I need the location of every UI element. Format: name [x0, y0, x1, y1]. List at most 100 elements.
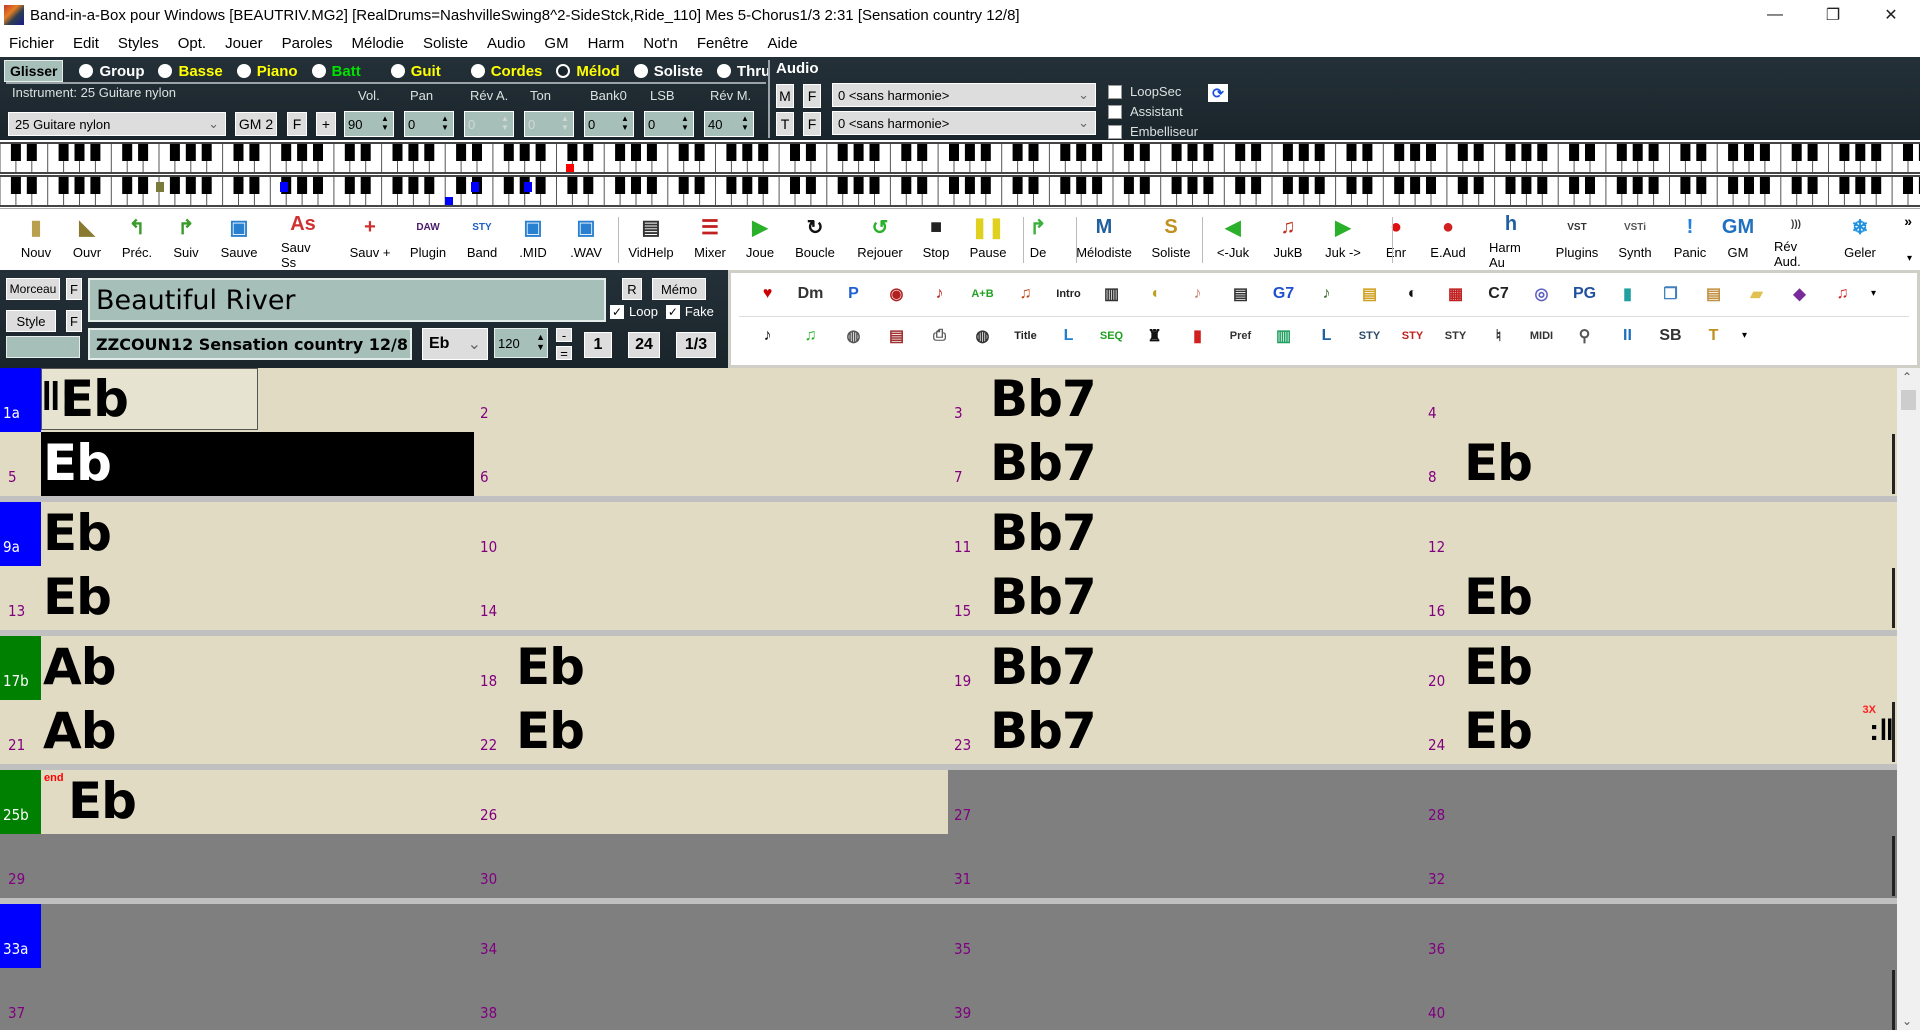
part-marker[interactable]: [0, 502, 41, 566]
menu-opt[interactable]: Opt.: [169, 35, 216, 52]
toolbar-stop-button[interactable]: ■ Stop: [914, 213, 958, 269]
menu-styles[interactable]: Styles: [109, 35, 169, 52]
toolbar-gm-button[interactable]: GM GM: [1716, 213, 1760, 269]
measure-32[interactable]: 32: [1422, 834, 1896, 898]
track-radio-cordes[interactable]: [470, 64, 485, 78]
assistant-checkbox[interactable]: [1108, 104, 1122, 119]
measure-36[interactable]: 36: [1422, 904, 1896, 968]
track-radio-mélod[interactable]: [556, 64, 571, 78]
menu-edit[interactable]: Edit: [64, 35, 109, 52]
measure-24[interactable]: 24 Eb 3X:‖: [1422, 700, 1896, 764]
menu-jouer[interactable]: Jouer: [216, 35, 273, 52]
ufo-icon[interactable]: ◆: [1785, 279, 1814, 308]
lyrics-doc-icon[interactable]: L: [1312, 321, 1341, 350]
memo-button[interactable]: Mémo: [652, 278, 706, 300]
measure-14[interactable]: 14: [474, 566, 948, 630]
chord-symbol[interactable]: Eb: [1464, 434, 1533, 492]
spin-arrows[interactable]: ▲ ▼: [739, 114, 751, 134]
check-embelliseur[interactable]: Embelliseur: [1108, 124, 1198, 139]
notes-colored-icon[interactable]: ♫: [1828, 279, 1857, 308]
measure-9a[interactable]: 9a Eb: [0, 502, 474, 566]
sax-audio-icon[interactable]: ♪: [925, 279, 954, 308]
mixer-spinner-ton[interactable]: 0 ▲ ▼: [524, 111, 574, 137]
pg-globe-icon[interactable]: PG: [1570, 279, 1599, 308]
measure-35[interactable]: 35: [948, 904, 1422, 968]
notation-icon[interactable]: ♪: [1312, 279, 1341, 308]
toolbar-midi-save-button[interactable]: ▣ .MID: [511, 213, 555, 269]
meters-icon[interactable]: ▥: [1269, 321, 1298, 350]
measure-37[interactable]: 37: [0, 968, 474, 1032]
toolbar-save-plus-button[interactable]: + Sauv +: [348, 213, 392, 269]
toolbar-daw-plugin-button[interactable]: DAW Plugin: [406, 213, 450, 269]
track-label-soliste[interactable]: Soliste: [654, 63, 703, 80]
sty-pill-icon[interactable]: STY: [1398, 321, 1427, 350]
track-label-cordes[interactable]: Cordes: [491, 63, 543, 80]
chord-symbol[interactable]: Ab: [43, 702, 116, 760]
audio-file-icon[interactable]: ▤: [882, 321, 911, 350]
toolbar-video-help-button[interactable]: ▤ VidHelp: [628, 213, 673, 269]
glisser-button[interactable]: Glisser: [4, 60, 64, 82]
chord-sheet-scrollbar[interactable]: ⌃ ⌄: [1897, 368, 1920, 1030]
title-arrow-icon[interactable]: Title: [1011, 321, 1040, 350]
sync-icon[interactable]: ⟳: [1208, 84, 1228, 102]
measure-38[interactable]: 38: [474, 968, 948, 1032]
track-radio-piano[interactable]: [236, 64, 251, 78]
p-window-icon[interactable]: P: [839, 279, 868, 308]
spin-arrows[interactable]: ▲ ▼: [499, 114, 511, 134]
sty-hat-icon[interactable]: STY: [1355, 321, 1384, 350]
paste-icon[interactable]: ▤: [1699, 279, 1728, 308]
toolbar-pause-button[interactable]: ❚❚ Pause: [966, 213, 1010, 269]
track-radio-thru[interactable]: [716, 64, 731, 78]
measure-25b[interactable]: 25b end Eb: [0, 770, 474, 834]
measure-34[interactable]: 34: [474, 904, 948, 968]
mixer-spinner-vol[interactable]: 90 ▲ ▼: [344, 111, 394, 137]
measure-17b[interactable]: 17b Ab: [0, 636, 474, 700]
mixer-spinner-rva[interactable]: 0 ▲ ▼: [464, 111, 514, 137]
spin-arrows[interactable]: ▲ ▼: [679, 114, 691, 134]
track-label-guit[interactable]: Guit: [411, 63, 441, 80]
loopsec-checkbox[interactable]: [1108, 84, 1122, 99]
chord-symbol[interactable]: Eb: [60, 370, 129, 428]
measure-16[interactable]: 16 Eb: [1422, 566, 1896, 630]
part-marker[interactable]: [0, 904, 41, 968]
toolbar-melodist-button[interactable]: M Mélodiste: [1076, 213, 1132, 269]
toolbar-new-file-button[interactable]: ▮ Nouv: [14, 213, 58, 269]
measure-40[interactable]: 40: [1422, 968, 1896, 1032]
measure-4[interactable]: 4: [1422, 368, 1896, 432]
toolbar-soloist-button[interactable]: S Soliste: [1149, 213, 1193, 269]
menu-mlodie[interactable]: Mélodie: [342, 35, 414, 52]
toolbar-previous-song-button[interactable]: ↰ Préc.: [115, 213, 159, 269]
toolbar-jukebox-next-button[interactable]: ▶ Juk ->: [1321, 213, 1365, 269]
piano-keys-icon[interactable]: ▥: [1097, 279, 1126, 308]
toolbar-jukebox-prev-button[interactable]: ◀ <-Juk: [1211, 213, 1255, 269]
toolbar-save-as-button[interactable]: As Sauv Ss: [281, 213, 325, 270]
close-button[interactable]: ✕: [1862, 0, 1920, 30]
measure-31[interactable]: 31: [948, 834, 1422, 898]
measure-18[interactable]: 18 Eb: [474, 636, 948, 700]
track-label-thru[interactable]: Thru: [737, 63, 770, 80]
track-radio-basse[interactable]: [158, 64, 173, 78]
style-button[interactable]: Style: [6, 310, 56, 332]
grid-icon[interactable]: ▦: [1441, 279, 1470, 308]
tuning-icon[interactable]: ♮: [1484, 321, 1513, 350]
ear-icon[interactable]: ♪: [1183, 279, 1212, 308]
measure-11[interactable]: 11 Bb7: [948, 502, 1422, 566]
toolbar-record-audio-button[interactable]: ● E.Aud: [1426, 213, 1470, 269]
toolbar-plugins-button[interactable]: VST Plugins: [1555, 213, 1599, 269]
intro-icon[interactable]: Intro: [1054, 279, 1083, 308]
notes-g7-icon[interactable]: G7: [1269, 279, 1298, 308]
measure-30[interactable]: 30: [474, 834, 948, 898]
tempo-equals-button[interactable]: =: [556, 346, 572, 361]
mixer-spinner-lsb[interactable]: 0 ▲ ▼: [644, 111, 694, 137]
toolbar-mixer-button[interactable]: ☰ Mixer: [688, 213, 732, 269]
chord-symbol[interactable]: Bb7: [990, 638, 1097, 696]
chord-symbol[interactable]: Ab: [43, 638, 116, 696]
conductor-icon[interactable]: ♜: [1140, 321, 1169, 350]
toolbar-audio-harmony-button[interactable]: h Harm Au: [1489, 213, 1533, 270]
menu-gm[interactable]: GM: [535, 35, 578, 52]
chord-symbol[interactable]: Eb: [68, 772, 137, 830]
measure-1a[interactable]: 1a ‖: Eb: [0, 368, 474, 432]
spin-arrows[interactable]: ▲ ▼: [559, 114, 571, 134]
mixer-speaker-icon[interactable]: ▮: [1613, 279, 1642, 308]
measure-21[interactable]: 21 Ab: [0, 700, 474, 764]
